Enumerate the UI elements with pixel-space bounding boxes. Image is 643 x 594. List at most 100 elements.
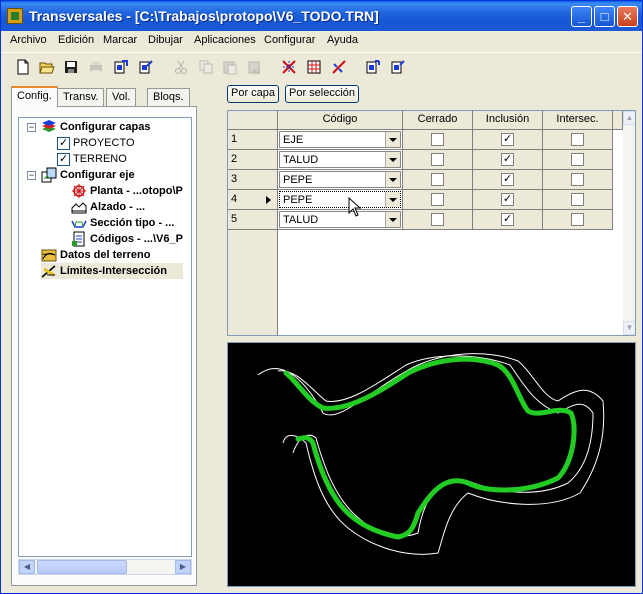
layer-export-icon[interactable] [363,57,383,77]
curve-icon[interactable] [329,57,349,77]
tree-item-configurar-capas[interactable]: Configurar capas [41,119,150,135]
tree-item-terreno[interactable]: TERRENO [57,151,127,167]
scroll-right-arrow-icon[interactable]: ▶ [175,560,191,574]
layer-import-icon[interactable] [388,57,408,77]
tree-item-alzado[interactable]: Alzado - ... [71,199,145,215]
menu-marcar[interactable]: Marcar [103,34,137,46]
expander-configurar-eje[interactable]: − [27,171,36,180]
intersec-checkbox[interactable] [571,133,584,146]
export-icon[interactable] [111,57,131,77]
scroll-up-arrow-icon[interactable]: ▲ [623,111,635,125]
cerrado-cell [403,150,473,170]
scroll-down-arrow-icon[interactable]: ▼ [623,321,635,335]
cerrado-checkbox[interactable] [431,193,444,206]
intersec-checkbox[interactable] [571,153,584,166]
cerrado-checkbox[interactable] [431,133,444,146]
cerrado-cell [403,190,473,210]
codigo-dropdown[interactable]: TALUD [279,151,401,168]
codigo-dropdown[interactable]: TALUD [279,211,401,228]
codigo-cell[interactable]: EJE [278,130,403,150]
copy-icon[interactable] [196,57,216,77]
tree-item-codigos[interactable]: Códigos - ...\V6_P [71,231,183,247]
por-seleccion-button[interactable]: Por selección [285,85,360,103]
codigo-cell[interactable]: PEPE [278,190,403,210]
menu-edicion[interactable]: Edición [58,34,94,46]
row-header[interactable]: 4 [228,190,278,210]
inclusion-checkbox[interactable] [501,192,514,206]
cerrado-checkbox[interactable] [431,173,444,186]
tab-config[interactable]: Config. [11,86,58,107]
tree-item-limites-interseccion[interactable]: Límites-Intersección [41,263,183,279]
cerrado-checkbox[interactable] [431,213,444,226]
tree-item-configurar-eje[interactable]: Configurar eje [41,167,135,183]
open-folder-icon[interactable] [37,57,57,77]
crossing-icon[interactable] [279,57,299,77]
codigo-dropdown[interactable]: PEPE [279,171,401,188]
codigo-cell[interactable]: PEPE [278,170,403,190]
scroll-left-arrow-icon[interactable]: ◀ [19,560,35,574]
tree-item-planta[interactable]: Planta - ...otopo\P [71,183,183,199]
paste-icon[interactable] [220,57,240,77]
row-header[interactable]: 1 [228,130,278,150]
expander-configurar-capas[interactable]: − [27,123,36,132]
config-tree[interactable]: − Configurar capas PROYECTO TERRENO − Co… [18,117,192,557]
grid-vertical-scrollbar[interactable]: ▲ ▼ [623,111,635,335]
checkbox-proyecto[interactable] [57,136,70,150]
scroll-thumb[interactable] [37,560,127,574]
codigo-cell[interactable]: TALUD [278,150,403,170]
import-icon[interactable] [136,57,156,77]
app-icon[interactable] [7,8,23,24]
cerrado-cell [403,170,473,190]
row-header[interactable]: 3 [228,170,278,190]
header-intersec[interactable]: Intersec. [543,111,613,130]
print-icon[interactable] [86,57,106,77]
chevron-down-icon[interactable] [385,212,400,227]
tree-horizontal-scrollbar[interactable]: ◀ ▶ [18,559,192,575]
menu-configurar[interactable]: Configurar [264,34,315,46]
codigo-dropdown[interactable]: EJE [279,131,401,148]
tab-bloqs[interactable]: Bloqs. [147,88,190,106]
inclusion-checkbox[interactable] [501,152,514,166]
header-codigo[interactable]: Código [278,111,403,130]
codes-grid[interactable]: Código Cerrado Inclusión Intersec. 1 EJE… [227,110,636,336]
chevron-down-icon[interactable] [385,192,400,207]
chevron-down-icon[interactable] [385,152,400,167]
cerrado-checkbox[interactable] [431,153,444,166]
maximize-button[interactable]: □ [594,6,615,27]
menu-archivo[interactable]: Archivo [10,34,47,46]
inclusion-checkbox[interactable] [501,132,514,146]
codigo-cell[interactable]: TALUD [278,210,403,230]
new-file-icon[interactable] [13,57,33,77]
row-header[interactable]: 2 [228,150,278,170]
tab-transv[interactable]: Transv. [57,88,105,106]
inclusion-checkbox[interactable] [501,172,514,186]
tab-vol[interactable]: Vol. [106,88,137,106]
title-bar[interactable]: Transversales - [C:\Trabajos\protopo\V6_… [1,1,642,31]
drawing-canvas[interactable] [227,342,636,587]
inclusion-checkbox[interactable] [501,212,514,226]
header-filler [613,111,623,130]
cut-icon[interactable] [171,57,191,77]
minimize-button[interactable]: _ [571,6,592,27]
menu-aplicaciones[interactable]: Aplicaciones [194,34,256,46]
paste-special-icon[interactable]: FX [245,57,265,77]
intersec-checkbox[interactable] [571,173,584,186]
tree-item-proyecto[interactable]: PROYECTO [57,135,135,151]
tree-item-datos-terreno[interactable]: Datos del terreno [41,247,150,263]
row-header[interactable]: 5 [228,210,278,230]
tree-item-seccion-tipo[interactable]: Sección tipo - ... [71,215,174,231]
header-inclusion[interactable]: Inclusión [473,111,543,130]
intersec-checkbox[interactable] [571,193,584,206]
menu-ayuda[interactable]: Ayuda [327,34,358,46]
grid-report-icon[interactable] [304,57,324,77]
chevron-down-icon[interactable] [385,132,400,147]
header-cerrado[interactable]: Cerrado [403,111,473,130]
menu-dibujar[interactable]: Dibujar [148,34,183,46]
checkbox-terreno[interactable] [57,152,70,166]
chevron-down-icon[interactable] [385,172,400,187]
save-icon[interactable] [61,57,81,77]
codigo-dropdown[interactable]: PEPE [279,191,401,208]
intersec-checkbox[interactable] [571,213,584,226]
close-button[interactable]: ✕ [617,6,638,27]
por-capa-button[interactable]: Por capa [227,85,280,103]
